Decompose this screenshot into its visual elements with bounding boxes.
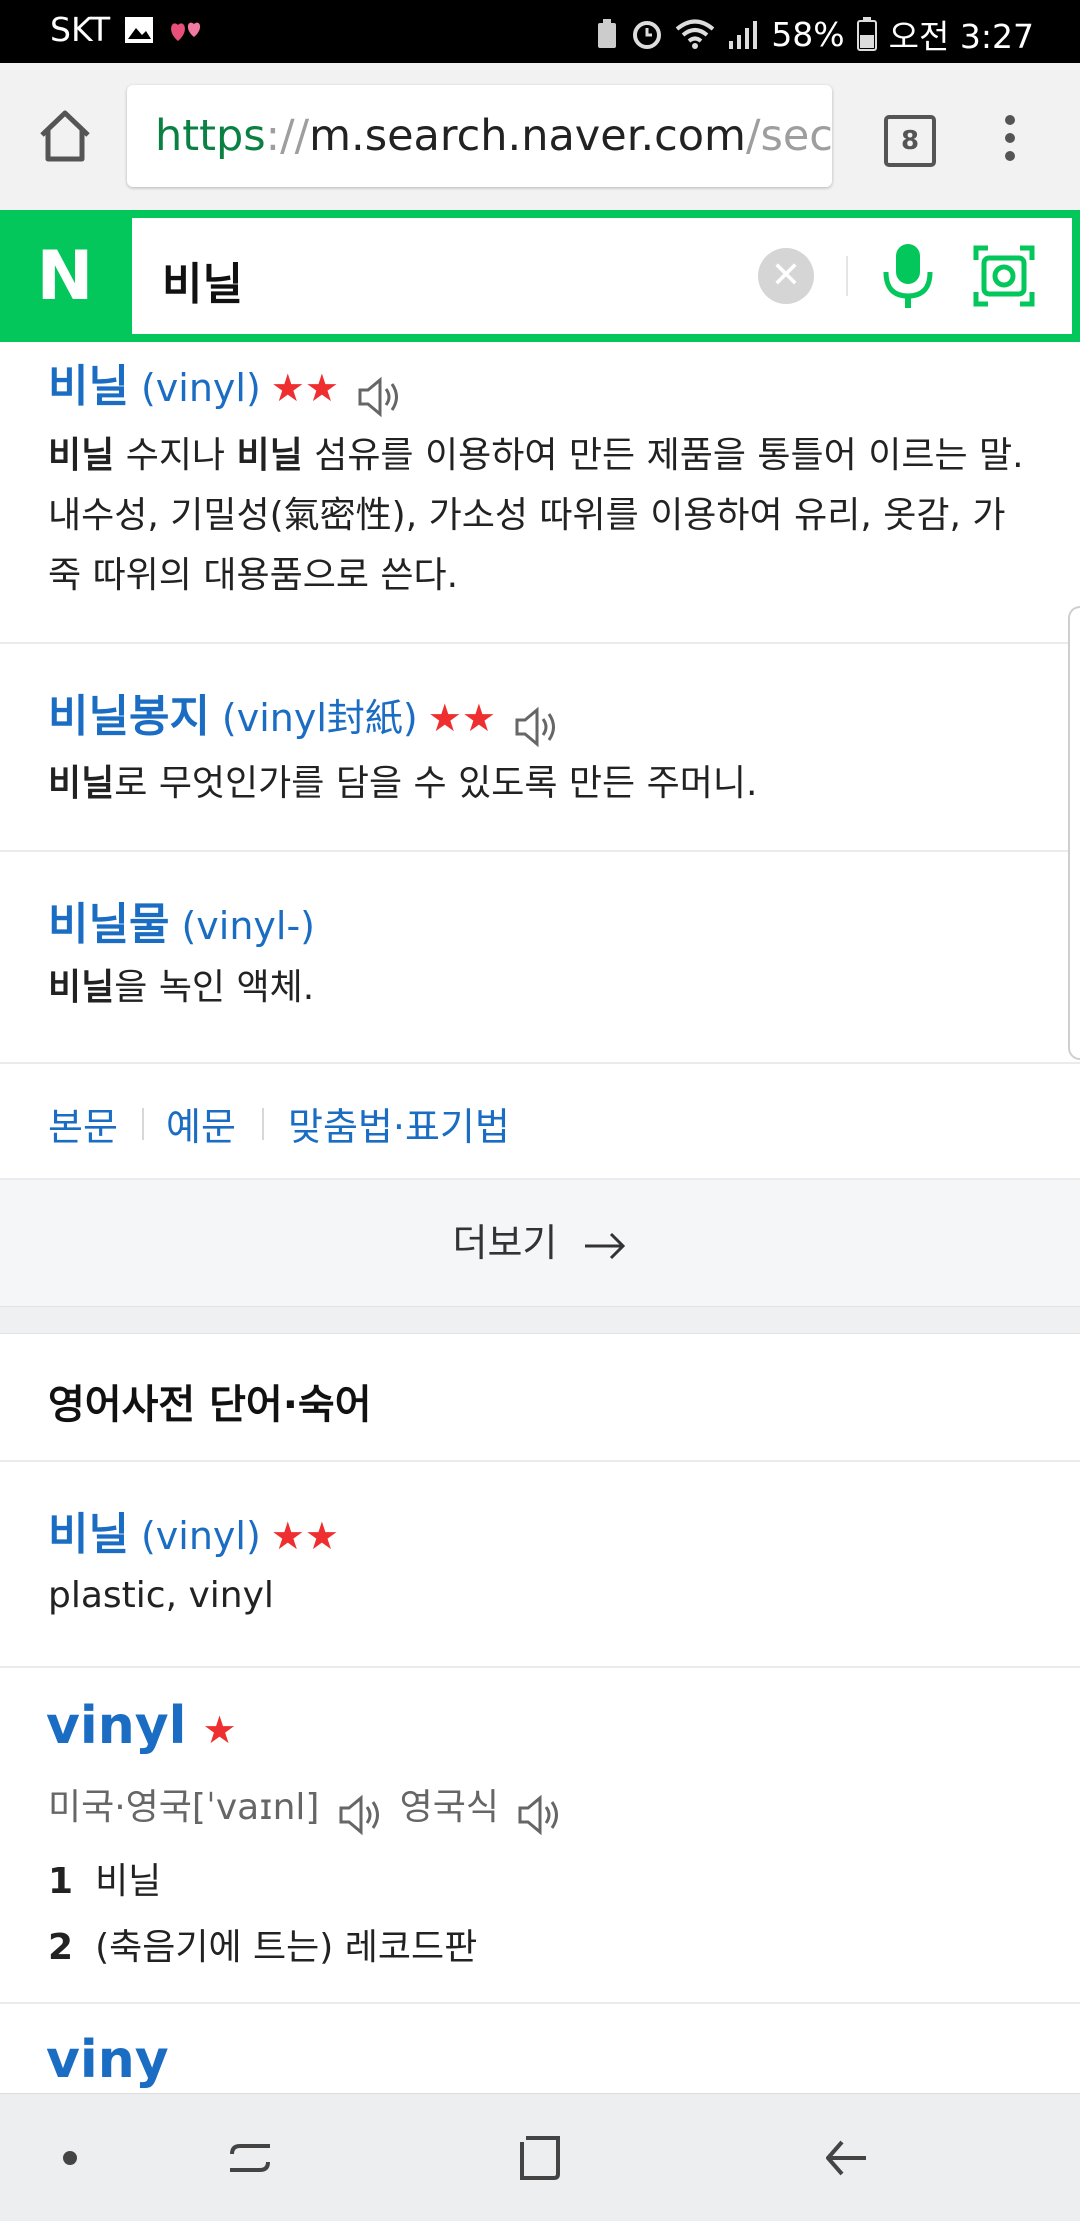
system-navigation-bar	[0, 2093, 1080, 2221]
address-bar[interactable]: https://m.search.naver.com/sec	[127, 85, 832, 187]
list-item: viny	[0, 2030, 1080, 2093]
link-divider	[142, 1108, 144, 1140]
speaker-icon[interactable]	[356, 375, 404, 419]
link-divider	[262, 1108, 264, 1140]
alarm-icon	[633, 21, 662, 49]
signal-icon	[729, 21, 758, 49]
link-main-text[interactable]: 본문	[48, 1096, 118, 1151]
overflow-menu-icon[interactable]	[1002, 115, 1018, 165]
more-label: 더보기	[452, 1221, 558, 1265]
battery-saver-icon	[598, 19, 617, 48]
nav-dot-icon[interactable]	[30, 2094, 110, 2221]
more-button[interactable]: 더보기	[0, 1180, 1080, 1307]
importance-stars: ★★	[270, 1514, 339, 1558]
url-text: https://m.search.naver.com/sec	[155, 111, 832, 161]
pronunciation-uk-label: 영국식	[399, 1787, 500, 1828]
tab-switcher-button[interactable]: 8	[884, 115, 936, 167]
definition-text: 비닐로 무엇인가를 담을 수 있도록 만든 주머니.	[48, 763, 758, 804]
pronunciation-us-uk: 미국·영국[ˈvaɪnl]	[48, 1787, 320, 1828]
home-icon[interactable]	[36, 107, 94, 165]
speaker-icon[interactable]	[513, 705, 561, 749]
origin-text: (vinyl封紙)	[221, 696, 418, 740]
headword-link[interactable]: 비닐	[48, 1509, 129, 1560]
section-title: 영어사전 단어·숙어	[48, 1382, 372, 1428]
camera-lens-icon[interactable]	[972, 244, 1036, 308]
importance-stars: ★★	[270, 366, 339, 410]
carrier-label: SKT	[50, 10, 111, 49]
headword-link[interactable]: vinyl	[46, 1696, 186, 1756]
battery-percent: 58%	[771, 14, 845, 54]
home-nav-icon[interactable]	[492, 2094, 592, 2221]
importance-stars: ★★	[427, 696, 496, 740]
hearts-icon	[171, 22, 201, 41]
scrollbar[interactable]	[1068, 606, 1080, 1060]
sense-item: 2 (축음기에 트는) 레코드판	[48, 1927, 478, 1968]
list-item: 비닐 (vinyl) ★★ plastic, vinyl	[0, 1462, 1080, 1668]
microphone-icon[interactable]	[880, 240, 936, 312]
clear-icon[interactable]: ✕	[758, 248, 814, 304]
sense-item: 1 비닐	[48, 1861, 162, 1902]
naver-search-bar: N 비닐 ✕	[0, 210, 1080, 342]
headword-link[interactable]: 비닐봉지	[48, 691, 210, 742]
search-input[interactable]: 비닐 ✕	[132, 218, 1072, 334]
naver-logo[interactable]: N	[0, 210, 130, 342]
link-spelling[interactable]: 맞춤법·표기법	[288, 1096, 510, 1151]
speaker-icon[interactable]	[337, 1793, 385, 1837]
headword-link[interactable]: 비닐물	[48, 899, 169, 950]
back-icon[interactable]	[796, 2094, 896, 2221]
meaning-text: plastic, vinyl	[48, 1575, 274, 1616]
list-item: vinyl ★ 미국·영국[ˈvaɪnl] 영국식 1 비닐 2 (축음기에 트는) …	[0, 1668, 1080, 2004]
definition-text: 비닐 수지나 비닐 섬유를 이용하여 만든 제품을 통틀어 이르는 말. 내수성…	[48, 435, 1024, 596]
list-item: 비닐물 (vinyl-) 비닐을 녹인 액체.	[0, 852, 1080, 1064]
importance-stars: ★	[202, 1708, 237, 1752]
recent-apps-icon[interactable]	[200, 2094, 300, 2221]
speaker-icon[interactable]	[516, 1793, 564, 1837]
status-bar: SKT 58% 오전 3:27	[0, 0, 1080, 63]
headword-link[interactable]: 비닐	[48, 361, 129, 412]
link-examples[interactable]: 예문	[166, 1096, 236, 1151]
definition-text: 비닐을 녹인 액체.	[48, 967, 315, 1008]
section-gap	[0, 1307, 1080, 1334]
origin-text: (vinyl)	[140, 1514, 261, 1558]
browser-toolbar: https://m.search.naver.com/sec 8	[0, 63, 1080, 211]
wifi-icon	[676, 19, 715, 49]
clock: 오전 3:27	[888, 17, 1034, 56]
search-query[interactable]: 비닐	[162, 248, 243, 312]
battery-icon	[856, 17, 877, 51]
dictionary-links: 본문 예문 맞춤법·표기법	[0, 1064, 1080, 1180]
origin-text: (vinyl-)	[181, 904, 315, 948]
arrow-right-icon	[585, 1232, 626, 1259]
headword-link[interactable]: viny	[46, 2030, 169, 2090]
search-results: 비닐 (vinyl) ★★ 비닐 수지나 비닐 섬유를 이용하여 만든 제품을 통틀…	[0, 342, 1080, 2093]
search-divider	[846, 256, 848, 296]
gallery-icon	[125, 16, 154, 43]
section-header: 영어사전 단어·숙어	[0, 1334, 1080, 1462]
list-item: 비닐 (vinyl) ★★ 비닐 수지나 비닐 섬유를 이용하여 만든 제품을 통틀…	[0, 342, 1080, 644]
list-item: 비닐봉지 (vinyl封紙) ★★ 비닐로 무엇인가를 담을 수 있도록 만든 주머…	[0, 644, 1080, 852]
origin-text: (vinyl)	[140, 366, 261, 410]
